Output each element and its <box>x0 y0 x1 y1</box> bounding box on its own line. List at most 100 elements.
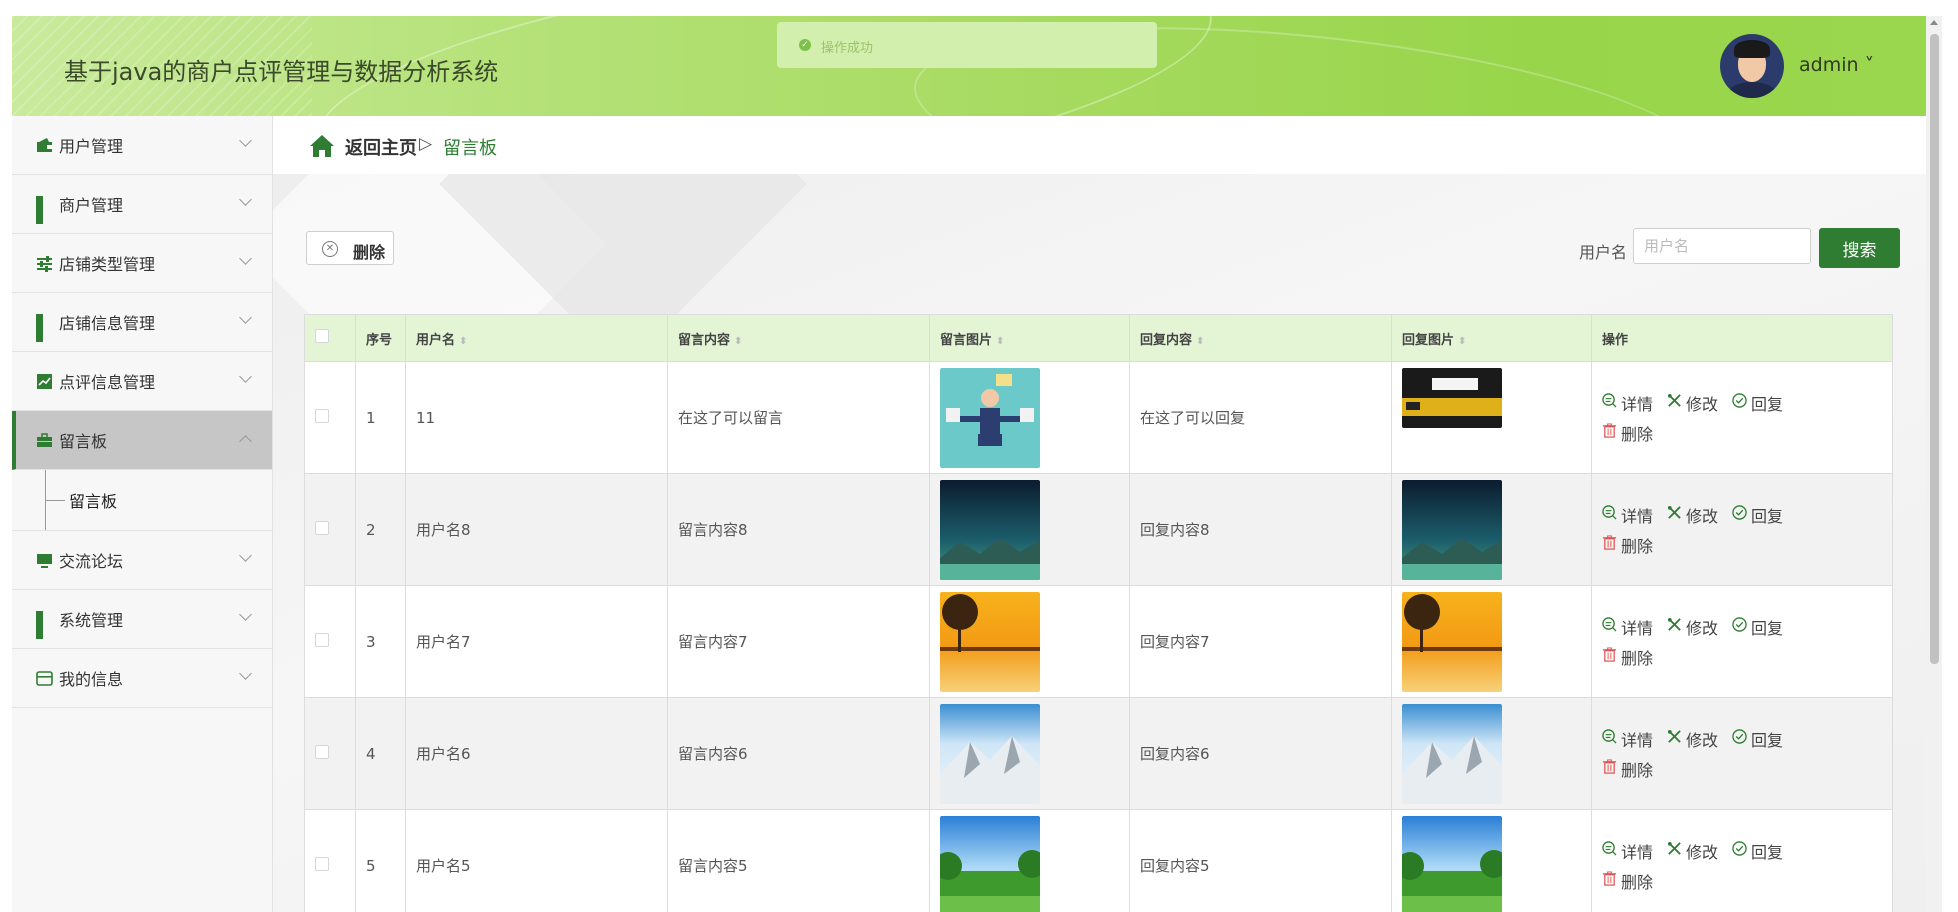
grid-icon <box>36 195 53 224</box>
delete-button[interactable]: 删除 <box>1602 869 1653 893</box>
search-input[interactable] <box>1633 228 1811 264</box>
column-header-sortable[interactable]: 用户名 ⬍ <box>405 314 668 362</box>
scroll-up-arrow-icon[interactable] <box>1930 20 1938 25</box>
sidebar-item-shop-type-management[interactable]: 店铺类型管理 <box>12 234 272 293</box>
sidebar-item-review-management[interactable]: 点评信息管理 <box>12 352 272 411</box>
edit-button[interactable]: 修改 <box>1667 839 1718 863</box>
row-checkbox-cell[interactable] <box>304 585 356 698</box>
row-message-image <box>929 585 1130 698</box>
card-icon <box>36 670 53 687</box>
reply-button[interactable]: 回复 <box>1732 839 1783 863</box>
row-username: 用户名7 <box>405 585 668 698</box>
message-image-night <box>940 479 1129 580</box>
breadcrumb-current: 留言板 <box>443 138 497 159</box>
sort-icon[interactable]: ⬍ <box>734 336 742 347</box>
trash-icon <box>1602 871 1621 890</box>
message-image-snow <box>940 703 1129 804</box>
app-frame: 基于java的商户点评管理与数据分析系统 ✓ 操作成功 admin ˅ 用户管理… <box>12 16 1926 912</box>
reply-button[interactable]: 回复 <box>1732 615 1783 639</box>
reply-button[interactable]: 回复 <box>1732 503 1783 527</box>
check-circle-icon <box>1732 841 1751 860</box>
row-reply-image <box>1391 585 1592 698</box>
column-header-sortable[interactable]: 回复内容 ⬍ <box>1129 314 1392 362</box>
detail-button[interactable]: 详情 <box>1602 391 1653 415</box>
row-username: 用户名5 <box>405 809 668 912</box>
column-header-sortable[interactable]: 回复图片 ⬍ <box>1391 314 1592 362</box>
search-button[interactable]: 搜索 <box>1819 228 1900 268</box>
close-circle-icon: ✕ <box>322 241 338 257</box>
home-icon[interactable] <box>309 134 335 158</box>
row-actions: 详情 修改 回复删除 <box>1591 697 1893 810</box>
sidebar-item-system-management[interactable]: 系统管理 <box>12 590 272 649</box>
avatar[interactable] <box>1720 34 1784 98</box>
grid-icon <box>36 313 53 342</box>
message-image-people <box>940 367 1129 468</box>
sort-icon[interactable]: ⬍ <box>459 336 467 347</box>
row-checkbox[interactable] <box>315 408 329 423</box>
reply-button[interactable]: 回复 <box>1732 391 1783 415</box>
column-header-sortable[interactable]: 留言图片 ⬍ <box>929 314 1130 362</box>
row-checkbox-cell[interactable] <box>304 361 356 474</box>
batch-delete-button[interactable]: ✕ 删除 <box>306 231 394 265</box>
row-checkbox[interactable] <box>315 744 329 759</box>
trash-icon <box>1602 759 1621 778</box>
row-checkbox-cell[interactable] <box>304 473 356 586</box>
sidebar-item-forum[interactable]: 交流论坛 <box>12 531 272 590</box>
detail-button[interactable]: 详情 <box>1602 503 1653 527</box>
reply-image-train <box>1402 367 1591 428</box>
select-all-checkbox[interactable] <box>315 329 329 343</box>
wallet-icon <box>36 137 53 154</box>
row-actions: 详情 修改 回复删除 <box>1591 809 1893 912</box>
row-reply-image <box>1391 361 1592 474</box>
reply-button[interactable]: 回复 <box>1732 727 1783 751</box>
check-circle-icon <box>1732 729 1751 748</box>
row-message-image <box>929 361 1130 474</box>
edit-button[interactable]: 修改 <box>1667 615 1718 639</box>
sidebar-item-my-info[interactable]: 我的信息 <box>12 649 272 708</box>
page-scrollbar[interactable] <box>1926 16 1942 912</box>
detail-button[interactable]: 详情 <box>1602 727 1653 751</box>
delete-button[interactable]: 删除 <box>1602 757 1653 781</box>
chevron-down-icon <box>239 252 252 265</box>
row-checkbox[interactable] <box>315 856 329 871</box>
sort-icon[interactable]: ⬍ <box>1196 336 1204 347</box>
edit-button[interactable]: 修改 <box>1667 727 1718 751</box>
edit-button[interactable]: 修改 <box>1667 391 1718 415</box>
delete-button[interactable]: 删除 <box>1602 645 1653 669</box>
column-header-sortable[interactable]: 留言内容 ⬍ <box>667 314 930 362</box>
user-menu-dropdown[interactable]: admin ˅ <box>1799 54 1874 76</box>
row-checkbox-cell[interactable] <box>304 697 356 810</box>
delete-button[interactable]: 删除 <box>1602 421 1653 445</box>
row-username: 11 <box>405 361 668 474</box>
edit-button[interactable]: 修改 <box>1667 503 1718 527</box>
sort-icon[interactable]: ⬍ <box>1458 336 1466 347</box>
row-checkbox[interactable] <box>315 632 329 647</box>
delete-button[interactable]: 删除 <box>1602 533 1653 557</box>
reply-image-meadow <box>1402 815 1591 912</box>
breadcrumb-home-link[interactable]: 返回主页 <box>345 134 417 160</box>
sidebar-item-user-management[interactable]: 用户管理 <box>12 116 272 175</box>
row-message-content: 留言内容5 <box>667 809 930 912</box>
tools-icon <box>1667 729 1686 748</box>
detail-button[interactable]: 详情 <box>1602 615 1653 639</box>
sidebar-item-shop-info-management[interactable]: 店铺信息管理 <box>12 293 272 352</box>
scrollbar-thumb[interactable] <box>1930 34 1939 664</box>
check-icon: ✓ <box>799 39 811 51</box>
detail-button[interactable]: 详情 <box>1602 839 1653 863</box>
sidebar-item-merchant-management[interactable]: 商户管理 <box>12 175 272 234</box>
tools-icon <box>1667 505 1686 524</box>
sidebar-item-message-board[interactable]: 留言板 <box>12 411 272 470</box>
row-reply-content: 回复内容7 <box>1129 585 1392 698</box>
row-checkbox-cell[interactable] <box>304 809 356 912</box>
sidebar-subitem-message-board[interactable]: 留言板 <box>12 470 272 531</box>
row-reply-content: 在这了可以回复 <box>1129 361 1392 474</box>
row-reply-content: 回复内容6 <box>1129 697 1392 810</box>
table-row: 1 11 在这了可以留言 在这了可以回复 详情 修改 回复 删除 <box>304 361 1893 474</box>
row-message-content: 留言内容8 <box>667 473 930 586</box>
column-header: 序号 <box>355 314 406 362</box>
sort-icon[interactable]: ⬍ <box>996 336 1004 347</box>
magnifier-icon <box>1602 393 1621 412</box>
select-all-header[interactable] <box>304 314 356 362</box>
grid-icon <box>36 610 53 639</box>
row-checkbox[interactable] <box>315 520 329 535</box>
